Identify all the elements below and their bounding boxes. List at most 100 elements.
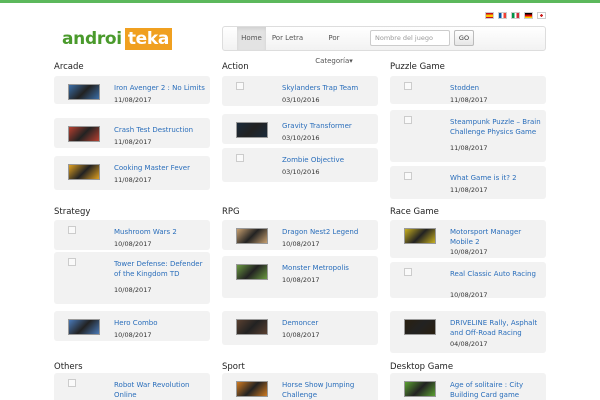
game-card[interactable]: Dragon Nest2 Legend 10/08/2017	[222, 220, 378, 250]
game-thumbnail[interactable]	[68, 164, 100, 180]
game-card[interactable]: Real Classic Auto Racing 10/08/2017	[390, 262, 546, 299]
chevron-down-icon: ▾	[349, 57, 353, 65]
game-thumbnail[interactable]	[236, 319, 268, 335]
game-title-link[interactable]: Tower Defense: Defender of the Kingdom T…	[114, 260, 206, 279]
broken-image-icon[interactable]	[236, 82, 244, 90]
game-card[interactable]: Mushroom Wars 2 10/08/2017	[54, 220, 210, 250]
game-title-link[interactable]: DRIVELINE Rally, Asphalt and Off-Road Ra…	[450, 319, 542, 338]
game-title-link[interactable]: Cooking Master Fever	[114, 164, 206, 174]
category-title[interactable]: Arcade	[54, 62, 84, 72]
flag-de-icon[interactable]	[524, 12, 533, 19]
game-card[interactable]: Zombie Objective 03/10/2016	[222, 148, 378, 182]
game-card[interactable]: Stodden 11/08/2017	[390, 76, 546, 104]
main-navbar: Home Por Letra Por Categoría▾ GO	[222, 26, 546, 65]
game-thumbnail[interactable]	[236, 264, 268, 280]
nav-home[interactable]: Home	[237, 27, 266, 50]
game-title-link[interactable]: Demoncer	[282, 319, 374, 329]
game-date: 03/10/2016	[282, 168, 320, 176]
category-title[interactable]: Desktop Game	[390, 362, 453, 372]
broken-image-icon[interactable]	[404, 268, 412, 276]
game-card[interactable]: Skylanders Trap Team 03/10/2016	[222, 76, 378, 106]
game-card[interactable]: Horse Show Jumping Challenge	[222, 373, 378, 400]
game-date: 11/08/2017	[450, 186, 488, 194]
game-card[interactable]: Steampunk Puzzle – Brain Challenge Physi…	[390, 110, 546, 162]
broken-image-icon[interactable]	[404, 116, 412, 124]
flag-es-icon[interactable]	[485, 12, 494, 19]
game-title-link[interactable]: Steampunk Puzzle – Brain Challenge Physi…	[450, 118, 542, 137]
game-card[interactable]: Hero Combo 10/08/2017	[54, 311, 210, 341]
game-date: 11/08/2017	[450, 144, 488, 152]
category-title[interactable]: RPG	[222, 207, 240, 217]
broken-image-icon[interactable]	[68, 379, 76, 387]
game-title-link[interactable]: Monster Metropolis	[282, 264, 374, 274]
game-title-link[interactable]: Skylanders Trap Team	[282, 84, 374, 94]
broken-image-icon[interactable]	[68, 226, 76, 234]
game-thumbnail[interactable]	[404, 381, 436, 397]
game-title-link[interactable]: Dragon Nest2 Legend	[282, 228, 374, 238]
game-card[interactable]: Tower Defense: Defender of the Kingdom T…	[54, 252, 210, 304]
language-selector	[485, 12, 546, 19]
category-title[interactable]: Strategy	[54, 207, 90, 217]
game-card[interactable]: Iron Avenger 2 : No Limits 11/08/2017	[54, 76, 210, 104]
game-date: 10/08/2017	[282, 240, 320, 248]
game-card[interactable]: Monster Metropolis 10/08/2017	[222, 256, 378, 298]
broken-image-icon[interactable]	[68, 258, 76, 266]
logo-text-androi: androi	[62, 29, 122, 49]
logo-text-teka: teka	[124, 28, 173, 50]
game-card[interactable]: What Game is it? 2 11/08/2017	[390, 166, 546, 199]
game-thumbnail[interactable]	[236, 228, 268, 244]
game-title-link[interactable]: Stodden	[450, 84, 542, 94]
nav-by-letter[interactable]: Por Letra	[270, 27, 305, 50]
category-title[interactable]: Puzzle Game	[390, 62, 445, 72]
game-title-link[interactable]: Gravity Transformer	[282, 122, 374, 132]
game-card[interactable]: Cooking Master Fever 11/08/2017	[54, 156, 210, 190]
category-title[interactable]: Race Game	[390, 207, 439, 217]
game-card[interactable]: Demoncer 10/08/2017	[222, 311, 378, 345]
game-title-link[interactable]: Iron Avenger 2 : No Limits	[114, 84, 206, 94]
game-title-link[interactable]: Hero Combo	[114, 319, 206, 329]
game-thumbnail[interactable]	[68, 84, 100, 100]
game-title-link[interactable]: Real Classic Auto Racing	[450, 270, 542, 280]
search-input[interactable]	[370, 30, 450, 46]
nav-by-category[interactable]: Por Categoría▾	[309, 27, 359, 65]
game-thumbnail[interactable]	[236, 381, 268, 397]
broken-image-icon[interactable]	[404, 172, 412, 180]
search-go-button[interactable]: GO	[454, 30, 474, 46]
game-date: 11/08/2017	[114, 96, 152, 104]
game-card[interactable]: Motorsport Manager Mobile 2 10/08/2017	[390, 220, 546, 258]
game-date: 03/10/2016	[282, 134, 320, 142]
game-title-link[interactable]: Motorsport Manager Mobile 2	[450, 228, 542, 247]
game-date: 11/08/2017	[450, 96, 488, 104]
flag-it-icon[interactable]	[511, 12, 520, 19]
game-date: 10/08/2017	[114, 286, 152, 294]
game-title-link[interactable]: Horse Show Jumping Challenge	[282, 381, 374, 400]
game-thumbnail[interactable]	[68, 319, 100, 335]
game-date: 10/08/2017	[114, 331, 152, 339]
flag-fr-icon[interactable]	[498, 12, 507, 19]
category-title[interactable]: Action	[222, 62, 249, 72]
game-thumbnail[interactable]	[236, 122, 268, 138]
game-title-link[interactable]: Zombie Objective	[282, 156, 374, 166]
game-title-link[interactable]: Age of solitaire : City Building Card ga…	[450, 381, 542, 400]
game-title-link[interactable]: Mushroom Wars 2	[114, 228, 206, 238]
game-card[interactable]: Age of solitaire : City Building Card ga…	[390, 373, 546, 400]
game-title-link[interactable]: Crash Test Destruction	[114, 126, 206, 136]
top-accent-bar	[0, 0, 600, 3]
broken-image-icon[interactable]	[404, 82, 412, 90]
game-date: 11/08/2017	[114, 176, 152, 184]
flag-other-icon[interactable]	[537, 12, 546, 19]
site-logo[interactable]: androi teka	[62, 28, 173, 50]
category-title[interactable]: Others	[54, 362, 83, 372]
nav-by-category-label: Por Categoría	[315, 34, 350, 65]
game-thumbnail[interactable]	[404, 228, 436, 244]
game-card[interactable]: Crash Test Destruction 11/08/2017	[54, 118, 210, 148]
game-card[interactable]: Gravity Transformer 03/10/2016	[222, 114, 378, 144]
game-card[interactable]: DRIVELINE Rally, Asphalt and Off-Road Ra…	[390, 311, 546, 353]
game-card[interactable]: Robot War Revolution Online	[54, 373, 210, 400]
category-title[interactable]: Sport	[222, 362, 245, 372]
game-title-link[interactable]: What Game is it? 2	[450, 174, 542, 184]
broken-image-icon[interactable]	[236, 154, 244, 162]
game-title-link[interactable]: Robot War Revolution Online	[114, 381, 206, 400]
game-thumbnail[interactable]	[404, 319, 436, 335]
game-thumbnail[interactable]	[68, 126, 100, 142]
